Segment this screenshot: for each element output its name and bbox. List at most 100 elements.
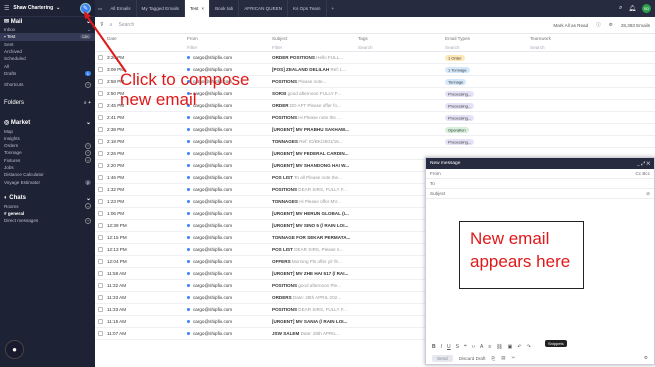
- snippets-icon[interactable]: ✂: [512, 355, 516, 361]
- add-icon[interactable]: +: [85, 81, 91, 88]
- table-row[interactable]: 3:20 PM cargo@shipfix.com ORDER POSITION…: [95, 52, 655, 64]
- strike-icon[interactable]: S: [456, 344, 459, 350]
- font-icon[interactable]: A: [480, 344, 483, 350]
- col-tags[interactable]: Tags: [358, 36, 445, 41]
- search-icon[interactable]: ⌕ +: [84, 100, 91, 106]
- add-icon[interactable]: +: [85, 149, 91, 156]
- table-row[interactable]: 2:38 PM cargo@shipfix.com [URGENT] MV PR…: [95, 124, 655, 136]
- filter-icon[interactable]: ⊽: [100, 22, 104, 28]
- row-checkbox[interactable]: [98, 318, 103, 324]
- bell-icon[interactable]: 🔔︎: [628, 5, 636, 12]
- row-checkbox[interactable]: [98, 186, 103, 192]
- sidebar-item-dm[interactable]: Direct messages +: [0, 217, 95, 224]
- sidebar-item-insights[interactable]: Insights: [0, 135, 95, 142]
- quote-icon[interactable]: ❝: [464, 344, 467, 350]
- col-teamwork[interactable]: Teamwork: [530, 36, 620, 41]
- sidebar-item-archived[interactable]: Archived: [0, 48, 95, 55]
- tab-african-queen[interactable]: AFRICAN QUEEN: [239, 0, 289, 17]
- sidebar-item-tonnage[interactable]: Tonnage +: [0, 149, 95, 156]
- sidebar-item-all[interactable]: All: [0, 62, 95, 69]
- add-tab-button[interactable]: +: [327, 0, 340, 17]
- tab-test[interactable]: Test ×: [184, 0, 211, 17]
- row-checkbox[interactable]: [98, 126, 103, 132]
- tab-all-emails[interactable]: All Emails: [105, 0, 137, 17]
- row-checkbox[interactable]: [98, 114, 103, 120]
- filter-tags[interactable]: Search: [358, 45, 445, 50]
- close-icon[interactable]: ×: [201, 6, 204, 11]
- sidebar-item-rooms[interactable]: Rooms +: [0, 203, 95, 210]
- compose-button[interactable]: ✎: [80, 2, 91, 14]
- sidebar-item-test[interactable]: ▪ Test 13K: [0, 33, 95, 41]
- tag-icon[interactable]: ⊘: [646, 191, 650, 197]
- filter-types[interactable]: Search: [445, 45, 530, 50]
- table-row[interactable]: 2:18 PM cargo@shipfix.com TONNAGES Ref: …: [95, 136, 655, 148]
- chats-section[interactable]: ◐ Chats ⌄: [0, 194, 95, 203]
- add-icon[interactable]: +: [85, 157, 91, 164]
- cc-bcc-toggle[interactable]: Cc Bcc: [635, 171, 650, 176]
- col-types[interactable]: Email Types: [445, 36, 530, 41]
- from-field[interactable]: From Cc Bcc: [426, 169, 654, 179]
- row-checkbox[interactable]: [98, 54, 103, 60]
- col-date[interactable]: Date: [107, 36, 187, 41]
- window-controls[interactable]: _ ⤢ ✕: [637, 161, 650, 167]
- redo-icon[interactable]: ↷: [527, 344, 531, 350]
- bold-icon[interactable]: B: [432, 344, 436, 350]
- tab-my-tagged[interactable]: My Tagged Emails: [137, 0, 185, 17]
- sidebar-item-fixtures[interactable]: Fixtures +: [0, 157, 95, 164]
- row-checkbox[interactable]: [98, 66, 103, 72]
- sidebar-item-orders[interactable]: Orders +: [0, 142, 95, 149]
- row-checkbox[interactable]: [98, 234, 103, 240]
- to-field[interactable]: To: [426, 179, 654, 189]
- row-checkbox[interactable]: [98, 222, 103, 228]
- filter-teamwork[interactable]: Search: [530, 45, 620, 50]
- row-checkbox[interactable]: [98, 270, 103, 276]
- row-checkbox[interactable]: [98, 306, 103, 312]
- row-checkbox[interactable]: [98, 78, 103, 84]
- info-icon[interactable]: ⓘ: [596, 22, 601, 28]
- chat-bubble-icon[interactable]: ●: [5, 340, 24, 359]
- row-checkbox[interactable]: [98, 258, 103, 264]
- sidebar-item-sent[interactable]: Sent: [0, 41, 95, 48]
- undo-icon[interactable]: ↶: [517, 344, 521, 350]
- filter-from[interactable]: Filter: [187, 45, 272, 50]
- settings-icon[interactable]: ⚙: [644, 355, 648, 361]
- row-checkbox[interactable]: [98, 138, 103, 144]
- row-checkbox[interactable]: [98, 102, 103, 108]
- inbox-icon[interactable]: ▭: [95, 0, 105, 17]
- template-icon[interactable]: ▤: [501, 355, 505, 361]
- add-icon[interactable]: +: [85, 142, 91, 149]
- tab-ops-team[interactable]: Ks Ops Team: [288, 0, 327, 17]
- sidebar-item-map[interactable]: Map: [0, 127, 95, 134]
- discard-draft-button[interactable]: Discard Draft: [459, 356, 486, 361]
- search-icon[interactable]: ⌕: [619, 5, 622, 12]
- link-icon[interactable]: ⛓: [496, 344, 502, 350]
- row-checkbox[interactable]: [98, 174, 103, 180]
- avatar[interactable]: SD: [642, 4, 651, 13]
- market-section[interactable]: ◎ Market ⌄: [0, 118, 95, 127]
- mail-section[interactable]: ✉ Mail ⌄: [0, 17, 95, 26]
- sidebar-item-general[interactable]: # general: [0, 210, 95, 217]
- col-subject[interactable]: Subject: [272, 36, 358, 41]
- folders-section[interactable]: Folders ⌕ +: [0, 96, 95, 110]
- italic-icon[interactable]: I: [441, 344, 442, 350]
- row-checkbox[interactable]: [98, 246, 103, 252]
- workspace-switcher[interactable]: Shaw Chartering ⌄: [13, 5, 76, 11]
- filter-subject[interactable]: Filter: [272, 45, 358, 50]
- attach-icon[interactable]: ⎘: [492, 356, 496, 361]
- sidebar-item-distance[interactable]: Distance Calculator: [0, 171, 95, 178]
- row-checkbox[interactable]: [98, 162, 103, 168]
- mark-all-read-button[interactable]: Mark All as Read: [553, 23, 588, 28]
- row-checkbox[interactable]: [98, 330, 103, 336]
- add-icon[interactable]: +: [85, 203, 91, 210]
- image-icon[interactable]: ▣: [508, 344, 513, 350]
- row-checkbox[interactable]: [98, 282, 103, 288]
- send-button[interactable]: Send: [432, 354, 453, 362]
- list-icon[interactable]: ≡: [488, 344, 491, 350]
- sidebar-item-drafts[interactable]: Drafts 1: [0, 70, 95, 77]
- row-checkbox[interactable]: [98, 294, 103, 300]
- code-icon[interactable]: ‹›: [472, 344, 475, 350]
- underline-icon[interactable]: U: [447, 344, 451, 350]
- sidebar-item-scheduled[interactable]: Scheduled: [0, 55, 95, 62]
- row-checkbox[interactable]: [98, 198, 103, 204]
- row-checkbox[interactable]: [98, 90, 103, 96]
